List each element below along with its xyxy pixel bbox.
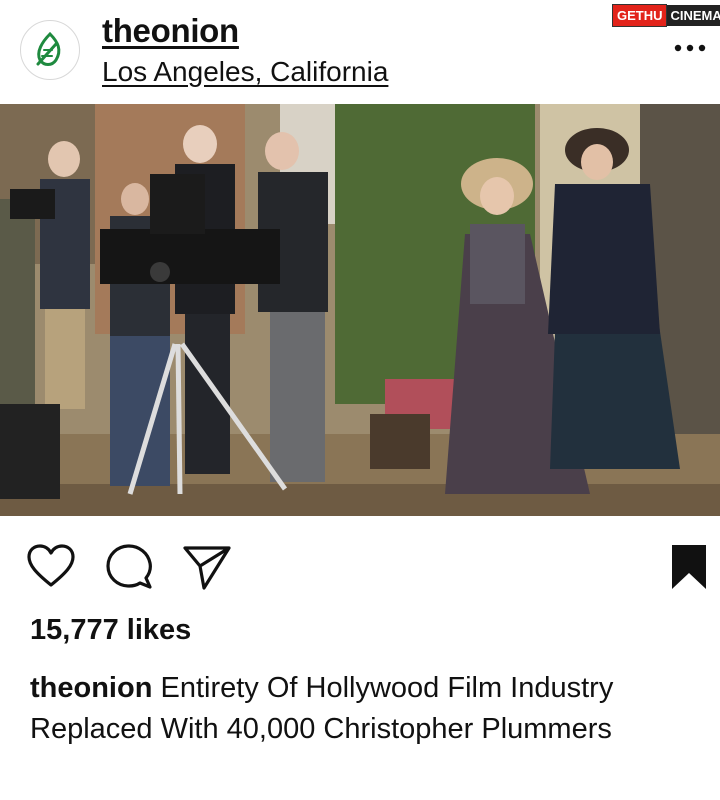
caption-username[interactable]: theonion bbox=[30, 672, 152, 704]
post-header: theonion Los Angeles, California GETHU CI… bbox=[0, 0, 720, 104]
watermark-part-2: CINEMA bbox=[666, 4, 720, 26]
likes-count[interactable]: 15,777 likes bbox=[30, 614, 191, 647]
profile-avatar[interactable] bbox=[20, 20, 80, 80]
post-image[interactable] bbox=[0, 104, 720, 516]
post-location[interactable]: Los Angeles, California bbox=[102, 56, 388, 88]
ellipsis-icon[interactable] bbox=[670, 36, 710, 60]
onion-logo-icon bbox=[36, 31, 61, 66]
watermark-logo: GETHU CINEMA bbox=[612, 2, 720, 28]
post-caption: theonion Entirety Of Hollywood Film Indu… bbox=[30, 668, 670, 750]
post-username[interactable]: theonion bbox=[102, 12, 239, 50]
bookmark-icon[interactable] bbox=[664, 542, 714, 592]
film-set-photo bbox=[0, 104, 720, 516]
watermark-part-1: GETHU bbox=[612, 3, 667, 27]
send-icon[interactable] bbox=[182, 542, 232, 592]
post-actions bbox=[0, 530, 720, 600]
heart-icon[interactable] bbox=[26, 542, 76, 592]
comment-icon[interactable] bbox=[104, 542, 154, 592]
